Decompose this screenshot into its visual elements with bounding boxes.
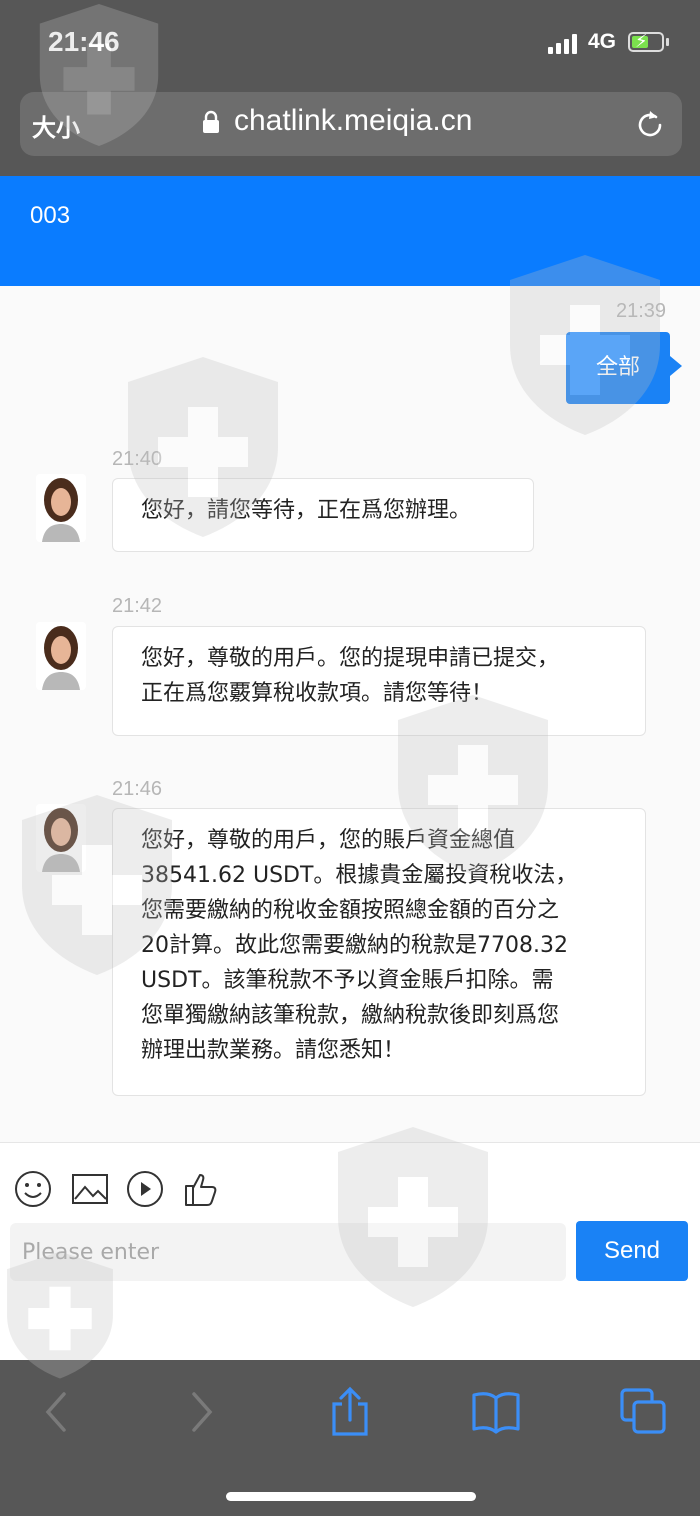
back-icon[interactable] [30,1386,82,1438]
message-timestamp: 21:40 [112,448,163,470]
thumbs-up-icon[interactable] [182,1169,222,1209]
video-icon[interactable] [125,1169,165,1209]
status-time: 21:46 [48,26,120,57]
agent-avatar [36,622,86,690]
text-size-button[interactable]: 大小 [32,108,80,143]
url-text[interactable]: chatlink.meiqia.cn [234,104,472,138]
user-message-bubble: 全部 [566,332,682,404]
lock-icon [203,110,219,133]
reload-icon[interactable] [634,108,666,140]
agent-message-bubble: 您好，尊敬的用戶。您的提現申請已提交， 正在爲您覈算稅收款項。請您等待！ [112,626,646,736]
message-timestamp: 21:39 [616,300,667,322]
cellular-signal-icon [548,34,582,54]
forward-icon[interactable] [176,1386,228,1438]
network-type: 4G [588,30,617,53]
message-list[interactable]: 21:39 全部 21:40 您好，請您等待，正在爲您辦理。 21:42 您好，… [0,286,700,1142]
address-bar[interactable]: 大小 chatlink.meiqia.cn [20,92,682,156]
message-input[interactable] [10,1223,566,1281]
bookmarks-icon[interactable] [470,1386,522,1438]
home-indicator[interactable] [226,1492,476,1501]
send-button[interactable]: Send [576,1221,688,1281]
tabs-icon[interactable] [618,1386,670,1438]
battery-icon: ⚡ [628,31,664,52]
status-bar: 21:46 4G ⚡ [0,0,700,90]
composer: Send [0,1143,700,1360]
image-icon[interactable] [70,1169,110,1209]
battery-cap [666,38,669,46]
chat-header: 003 [0,176,700,286]
share-icon[interactable] [324,1386,376,1438]
chat-title: 003 [30,202,71,229]
emoji-icon[interactable] [13,1169,53,1209]
browser-address-area: 大小 chatlink.meiqia.cn [0,90,700,176]
agent-avatar [36,474,86,542]
agent-message-bubble: 您好，請您等待，正在爲您辦理。 [112,478,534,552]
agent-message-bubble: 您好，尊敬的用戶，您的賬戶資金總值 38541.62 USDT。根據貴金屬投資稅… [112,808,646,1096]
agent-avatar [36,804,86,872]
message-timestamp: 21:42 [112,595,163,617]
message-timestamp: 21:46 [112,778,163,800]
